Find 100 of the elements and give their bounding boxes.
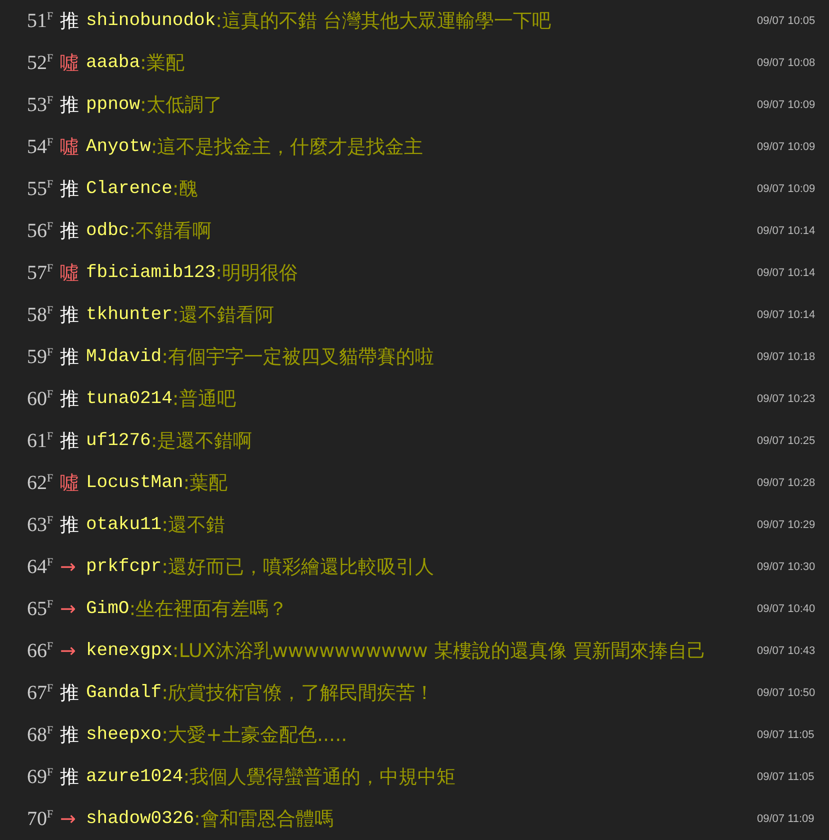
floor-number: 55$^{F}$ [27, 178, 54, 200]
comment-text: :醜 [172, 177, 199, 202]
floor-number: 62$^{F}$ [27, 472, 54, 494]
timestamp: 09/07 11:05 [757, 729, 816, 741]
comment-text: :這不是找金主，什麼才是找金主 [150, 135, 424, 160]
timestamp: 09/07 10:09 [757, 99, 816, 111]
username: prkfcpr [86, 557, 162, 577]
timestamp: 09/07 10:09 [757, 141, 816, 153]
comment-tag: 推 [60, 302, 86, 328]
username: tuna0214 [86, 389, 172, 409]
comment-text: :還好而已，噴彩繪還比較吸引人 [162, 555, 436, 580]
comment-text: :太低調了 [140, 93, 224, 118]
comment-text: :葉配 [183, 471, 229, 496]
comment-text: :明明很俗 [216, 261, 300, 286]
comment-text: :我個人覺得蠻普通的，中規中矩 [183, 765, 457, 790]
comment-tag: 推 [60, 428, 86, 454]
comment-tag: 推 [60, 8, 86, 34]
comment-tag: 推 [60, 722, 86, 748]
username: MJdavid [86, 347, 162, 367]
floor-number: 52$^{F}$ [27, 52, 54, 74]
comment-tag: 推 [60, 680, 86, 706]
timestamp: 09/07 10:50 [757, 687, 816, 699]
floor-number: 68$^{F}$ [27, 724, 54, 746]
username: aaaba [86, 53, 140, 73]
comment-text: :是還不錯啊 [150, 429, 254, 454]
username: GimO [86, 599, 130, 619]
comment-tag: 噓 [60, 470, 86, 496]
comment-text: :這真的不錯 台灣其他大眾運輸學一下吧 [216, 9, 552, 34]
username: tkhunter [86, 305, 172, 325]
floor-number: 58$^{F}$ [27, 304, 54, 326]
timestamp: 09/07 10:18 [757, 351, 816, 363]
floor-number: 51$^{F}$ [27, 10, 54, 32]
floor-number: 61$^{F}$ [27, 430, 54, 452]
timestamp: 09/07 11:05 [757, 771, 816, 783]
floor-number: 69$^{F}$ [27, 766, 54, 788]
floor-number: 57$^{F}$ [27, 262, 54, 284]
timestamp: 09/07 10:29 [757, 519, 816, 531]
username: otaku11 [86, 515, 162, 535]
comment-tag: → [60, 808, 86, 830]
timestamp: 09/07 10:14 [757, 225, 816, 237]
comment-text: :欣賞技術官僚，了解民間疾苦！ [162, 681, 436, 706]
username: LocustMan [86, 473, 184, 493]
floor-number: 66$^{F}$ [27, 640, 54, 662]
comment-text: :還不錯看阿 [172, 303, 275, 328]
timestamp: 09/07 10:09 [757, 183, 816, 195]
floor-number: 65$^{F}$ [27, 598, 54, 620]
floor-number: 63$^{F}$ [27, 514, 54, 536]
floor-number: 70$^{F}$ [27, 808, 54, 830]
username: odbc [86, 221, 130, 241]
timestamp: 09/07 10:43 [757, 645, 816, 657]
comment-tag: 噓 [60, 260, 86, 286]
comment-tag: 推 [60, 92, 86, 118]
timestamp: 09/07 10:28 [757, 477, 816, 489]
comment-text: :不錯看啊 [129, 219, 213, 244]
comment-tag: 推 [60, 764, 86, 790]
timestamp: 09/07 10:14 [757, 309, 816, 321]
comment-text: :有個宇字一定被四叉貓帶賽的啦 [162, 345, 436, 370]
comment-text: :普通吧 [172, 387, 237, 412]
username: fbiciamib123 [86, 263, 216, 283]
floor-number: 56$^{F}$ [27, 220, 54, 242]
floor-number: 67$^{F}$ [27, 682, 54, 704]
timestamp: 09/07 11:09 [757, 813, 816, 825]
username: shadow0326 [86, 809, 194, 829]
timestamp: 09/07 10:08 [757, 57, 816, 69]
username: Gandalf [86, 683, 162, 703]
comment-tag: → [60, 598, 86, 620]
comment-text: :坐在裡面有差嗎？ [129, 597, 289, 622]
comment-tag: 噓 [60, 50, 86, 76]
username: kenexgpx [86, 641, 172, 661]
username: shinobunodok [86, 11, 216, 31]
username: Clarence [86, 179, 172, 199]
comment-tag: 推 [60, 176, 86, 202]
username: ppnow [86, 95, 140, 115]
comment-tag: 噓 [60, 134, 86, 160]
floor-number: 64$^{F}$ [27, 556, 54, 578]
floor-number: 59$^{F}$ [27, 346, 54, 368]
comment-tag: 推 [60, 344, 86, 370]
comment-text: :業配 [140, 51, 186, 76]
username: azure1024 [86, 767, 184, 787]
comment-text: :會和雷恩合體嗎 [194, 807, 334, 832]
comment-tag: 推 [60, 512, 86, 538]
username: Anyotw [86, 137, 151, 157]
timestamp: 09/07 10:23 [757, 393, 816, 405]
timestamp: 09/07 10:14 [757, 267, 816, 279]
username: uf1276 [86, 431, 151, 451]
timestamp: 09/07 10:40 [757, 603, 816, 615]
floor-number: 53$^{F}$ [27, 94, 54, 116]
comment-text: :還不錯 [162, 513, 226, 538]
comment-text: :大愛+土豪金配色..... [162, 723, 348, 748]
timestamp: 09/07 10:05 [757, 15, 816, 27]
comment-tag: → [60, 640, 86, 662]
timestamp: 09/07 10:25 [757, 435, 816, 447]
floor-number: 60$^{F}$ [27, 388, 54, 410]
floor-number: 54$^{F}$ [27, 136, 54, 158]
comment-tag: 推 [60, 218, 86, 244]
comment-tag: 推 [60, 386, 86, 412]
timestamp: 09/07 10:30 [757, 561, 816, 573]
username: sheepxo [86, 725, 162, 745]
comment-tag: → [60, 556, 86, 578]
comment-text: :LUX沐浴乳wwwwwwwwww 某樓說的還真像 買新聞來捧自己 [172, 639, 707, 664]
